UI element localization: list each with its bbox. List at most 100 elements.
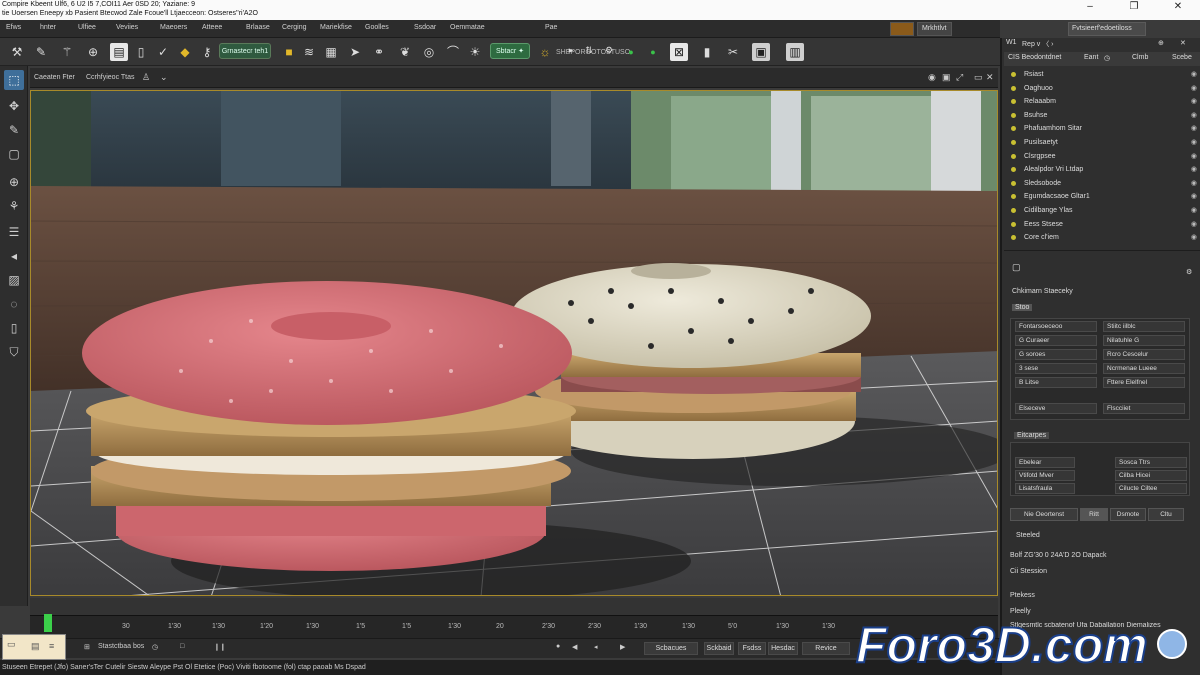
eye-icon[interactable]: ◉ bbox=[1191, 163, 1197, 176]
link-icon[interactable]: ⚭ bbox=[370, 43, 388, 61]
revice-button[interactable]: Revice bbox=[802, 642, 850, 655]
3d-viewport[interactable] bbox=[30, 90, 998, 596]
light-icon[interactable]: ☀ bbox=[466, 43, 484, 61]
timeline-playhead[interactable] bbox=[44, 614, 52, 632]
eye-icon[interactable]: ◉ bbox=[1191, 177, 1197, 190]
scissors-icon[interactable]: ✂ bbox=[724, 43, 742, 61]
viewport-label[interactable]: Caeaten Fter bbox=[34, 74, 75, 81]
curve-icon[interactable]: ⌒ bbox=[444, 43, 462, 61]
list-item[interactable]: Sledsobode ◉ bbox=[1004, 177, 1200, 191]
menu-item[interactable]: hnter bbox=[40, 24, 56, 31]
move-tool-icon[interactable]: ✥ bbox=[4, 96, 24, 116]
frame-icon-2[interactable]: ▣ bbox=[942, 72, 951, 83]
property-cell[interactable]: Nilatuhle G bbox=[1103, 335, 1185, 346]
property-cell[interactable]: Fontarsoeceoo bbox=[1015, 321, 1097, 332]
stop-icon[interactable]: □ bbox=[180, 643, 184, 650]
list-item[interactable]: Eess Stsese ◉ bbox=[1004, 218, 1200, 232]
eye-icon[interactable]: ◉ bbox=[1191, 68, 1197, 81]
maximize-button[interactable]: ❐ bbox=[1112, 0, 1156, 14]
list-item[interactable]: Pusilsaetyt ◉ bbox=[1004, 136, 1200, 150]
warning-icon[interactable]: ◆ bbox=[176, 43, 194, 61]
property-cell[interactable]: 3 sese bbox=[1015, 363, 1097, 374]
clear-button[interactable]: Cltu bbox=[1148, 508, 1184, 521]
property-cell[interactable]: Cilucte Ciltee bbox=[1115, 483, 1187, 494]
play-icon[interactable]: ▸ bbox=[562, 41, 580, 59]
list-tool-icon[interactable]: ☰ bbox=[4, 222, 24, 242]
delete-button[interactable]: Dsmote bbox=[1110, 508, 1146, 521]
target-icon[interactable]: ◎ bbox=[420, 43, 438, 61]
minimize-button[interactable]: – bbox=[1068, 0, 1112, 14]
green-dot-icon-2[interactable]: ● bbox=[644, 43, 662, 61]
playback-field-4[interactable]: Hesdac bbox=[768, 642, 798, 655]
playback-field-2[interactable]: Sckbaid bbox=[704, 642, 734, 655]
list-item[interactable]: Phafuamhom Sitar ◉ bbox=[1004, 122, 1200, 136]
menu-item[interactable]: Efws bbox=[6, 24, 21, 31]
eye-icon[interactable]: ◉ bbox=[1191, 95, 1197, 108]
menu-item[interactable]: Maeoers bbox=[160, 24, 187, 31]
expand-icon[interactable]: ⤢ bbox=[956, 72, 963, 83]
property-cell[interactable]: B Litse bbox=[1015, 377, 1097, 388]
menu-item[interactable]: Ssdoar bbox=[414, 24, 436, 31]
pointer-icon[interactable]: ➤ bbox=[346, 43, 364, 61]
property-cell[interactable]: Cilba Hicei bbox=[1115, 470, 1187, 481]
step-back-icon[interactable]: ◂ bbox=[594, 643, 598, 651]
menu-item[interactable]: Cerging bbox=[282, 24, 307, 31]
menu-item[interactable]: Atteee bbox=[202, 24, 222, 31]
tab-outliner[interactable]: CIS Beodontdnet bbox=[1008, 54, 1061, 61]
menu-item[interactable]: Mariekfise bbox=[320, 24, 352, 31]
layers-icon[interactable]: ≋ bbox=[300, 43, 318, 61]
start-button[interactable]: Sbtacr ✦ bbox=[490, 43, 530, 59]
tree-icon[interactable]: ❦ bbox=[396, 43, 414, 61]
menu-item[interactable]: Ulfiee bbox=[78, 24, 96, 31]
person-icon[interactable]: ♙ bbox=[142, 72, 150, 83]
check-icon[interactable]: ✓ bbox=[154, 43, 172, 61]
list-item[interactable]: Core cl'iem ◉ bbox=[1004, 231, 1200, 245]
camera-icon[interactable]: ▢ bbox=[1012, 262, 1021, 273]
grid-icon[interactable]: ▦ bbox=[322, 43, 340, 61]
arrows-icon[interactable]: ⇅ bbox=[580, 41, 598, 59]
node-tool-icon[interactable]: ⚘ bbox=[4, 196, 24, 216]
eye-icon[interactable]: ◉ bbox=[1191, 150, 1197, 163]
measure-tool-icon[interactable]: ▯ bbox=[4, 318, 24, 338]
property-cell[interactable]: Rcro Cescelur bbox=[1103, 349, 1185, 360]
list-item[interactable]: Bsuhse ◉ bbox=[1004, 109, 1200, 123]
eye-icon[interactable]: ◉ bbox=[1191, 122, 1197, 135]
list-item[interactable]: Cidilbange Ylas ◉ bbox=[1004, 204, 1200, 218]
property-cell[interactable]: Stiitc iilblc bbox=[1103, 321, 1185, 332]
list-item[interactable]: Rsiast ◉ bbox=[1004, 68, 1200, 82]
close-viewport-icon[interactable]: ✕ bbox=[986, 72, 994, 83]
menu-item[interactable]: Oemmatae bbox=[450, 24, 485, 31]
bulb-icon[interactable]: ☼ bbox=[536, 43, 554, 61]
eye-icon[interactable]: ◉ bbox=[1191, 109, 1197, 122]
panel-icon[interactable]: ▥ bbox=[786, 43, 804, 61]
list-item[interactable]: Clsrgpsee ◉ bbox=[1004, 150, 1200, 164]
file-icon[interactable]: ▮ bbox=[698, 43, 716, 61]
wand-icon[interactable]: ⚚ bbox=[58, 43, 76, 61]
globe-icon[interactable]: ⊕ bbox=[84, 43, 102, 61]
playback-field-1[interactable]: Scbacues bbox=[644, 642, 698, 655]
frame-icon[interactable]: ⊠ bbox=[670, 43, 688, 61]
list-item[interactable]: Egumdacsaoe Gltar1 ◉ bbox=[1004, 190, 1200, 204]
workspace-box[interactable]: Mrkhtlvt bbox=[917, 22, 952, 36]
dropdown-icon[interactable]: ⌄ bbox=[160, 72, 168, 83]
document-icon[interactable]: ▯ bbox=[132, 43, 150, 61]
playback-icon-1[interactable]: ⊞ bbox=[84, 643, 90, 651]
eye-icon[interactable]: ◉ bbox=[1191, 136, 1197, 149]
record-icon[interactable]: ◉ bbox=[928, 72, 936, 83]
cube-icon[interactable]: ■ bbox=[280, 43, 298, 61]
property-cell[interactable]: Flscciiet bbox=[1103, 403, 1185, 414]
tab-eant[interactable]: Eant bbox=[1084, 54, 1098, 61]
menu-item[interactable]: Goolles bbox=[365, 24, 389, 31]
hammer-icon[interactable]: ⚒ bbox=[8, 43, 26, 61]
green-dot-icon[interactable]: ● bbox=[622, 43, 640, 61]
viewport-shading-label[interactable]: Ccrhfyieoc Ttas bbox=[86, 74, 135, 81]
rect-tool-icon[interactable]: ▢ bbox=[4, 144, 24, 164]
playback-field-3[interactable]: Fsdss bbox=[738, 642, 766, 655]
panel-dropdown[interactable]: Rep v 〈 › bbox=[1022, 39, 1054, 49]
lens-tool-icon[interactable]: ◌ bbox=[4, 294, 24, 314]
window-icon[interactable]: ▣ bbox=[752, 43, 770, 61]
menu-item[interactable]: Pae bbox=[545, 24, 557, 31]
eye-icon[interactable]: ◉ bbox=[1191, 204, 1197, 217]
tab-scene[interactable]: Scebe bbox=[1172, 54, 1192, 61]
list-item[interactable]: Relaaabm ◉ bbox=[1004, 95, 1200, 109]
